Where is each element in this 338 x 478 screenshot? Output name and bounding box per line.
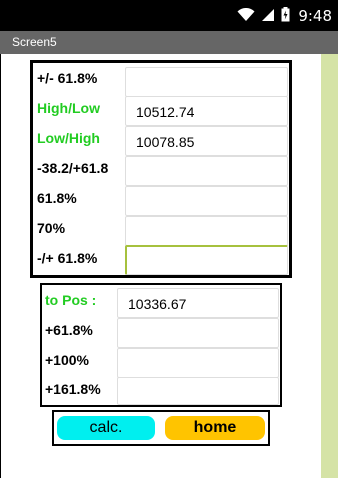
calc-button[interactable]: calc. [57,416,155,440]
screen-title: Screen5 [12,35,57,49]
low-high-field[interactable]: 10078.85 [125,126,288,156]
pm618-field[interactable] [125,67,288,97]
status-icons: 9:48 [237,6,332,26]
left-border [0,54,1,478]
m382-p618-field[interactable] [125,156,288,186]
row-label-m382-p618: -38.2/+61.8 [37,160,109,176]
battery-icon [281,6,290,26]
fib-70-field[interactable] [125,216,288,246]
fib-618-field[interactable] [125,186,288,216]
to-pos-field[interactable]: 10336.67 [117,288,279,318]
target-panel: to Pos : 10336.67 +61.8% +100% +161.8% [40,283,282,407]
status-bar: 9:48 [0,0,338,31]
row-label-to-pos: to Pos : [45,292,97,308]
row-label-pm618: +/- 61.8% [37,70,98,86]
row-label-p618: +61.8% [45,322,93,338]
row-label-p1618: +161.8% [45,381,101,397]
high-low-field[interactable]: 10512.74 [125,96,288,126]
row-label-mp618: -/+ 61.8% [37,250,98,266]
row-label-high-low: High/Low [37,100,100,116]
row-label-70: 70% [37,220,66,236]
title-bar: Screen5 [0,31,338,54]
p618-field[interactable] [117,318,279,348]
home-button[interactable]: home [165,416,265,440]
side-strip [321,54,338,478]
signal-icon [261,7,275,26]
row-label-618: 61.8% [37,190,77,206]
fib-levels-panel: +/- 61.8% High/Low 10512.74 Low/High 100… [30,60,292,278]
row-label-low-high: Low/High [37,130,100,146]
status-time: 9:48 [298,7,332,25]
mp618-field[interactable] [125,245,288,275]
p1618-field[interactable] [117,377,279,405]
row-label-p100: +100% [45,352,89,368]
button-bar: calc. home [52,410,270,446]
p100-field[interactable] [117,348,279,378]
wifi-icon [237,7,255,26]
